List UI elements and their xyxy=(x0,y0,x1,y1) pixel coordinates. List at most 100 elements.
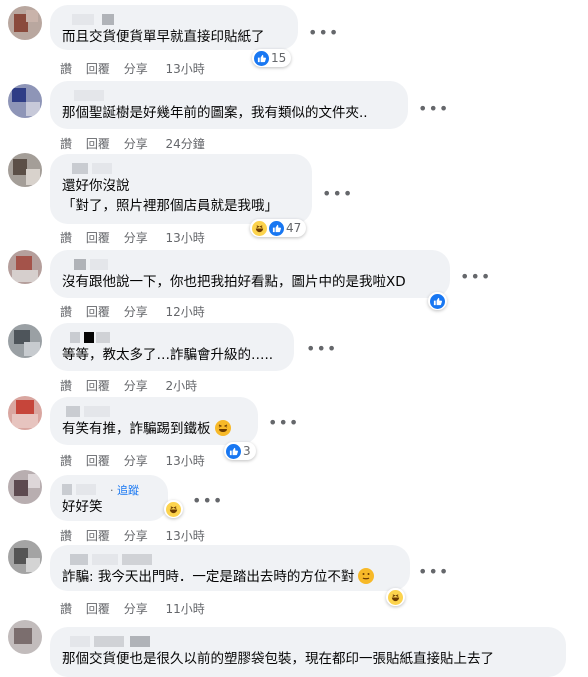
haha-icon xyxy=(252,220,267,236)
more-options-icon[interactable]: ••• xyxy=(418,564,449,580)
comment-actions: 讚 回覆 分享 12小時 xyxy=(60,303,215,320)
like-icon xyxy=(226,443,241,459)
avatar[interactable] xyxy=(8,470,42,504)
reply-button[interactable]: 回覆 xyxy=(86,527,110,544)
more-options-icon[interactable]: ••• xyxy=(460,269,491,285)
comment-bubble: 詐騙: 我今天出門時．一定是踏出去時的方位不對 xyxy=(50,545,410,591)
reply-button[interactable]: 回覆 xyxy=(86,452,110,469)
author-name[interactable] xyxy=(62,256,438,272)
like-icon xyxy=(430,293,445,309)
comment-bubble: 有笑有推，詐騙踢到鐵板 xyxy=(50,397,258,445)
comment-text: 沒有跟他說一下，你也把我拍好看點，圖片中的是我啦XD xyxy=(62,274,406,290)
more-options-icon[interactable]: ••• xyxy=(192,493,223,509)
avatar[interactable] xyxy=(8,540,42,574)
comment-text: 而且交貨便貨單早就直接印貼紙了 xyxy=(62,29,265,45)
share-button[interactable]: 分享 xyxy=(124,229,148,246)
author-name[interactable] xyxy=(62,633,554,649)
reaction-count[interactable] xyxy=(428,292,447,310)
timestamp[interactable]: 13小時 xyxy=(166,229,205,246)
comment-text: 有笑有推，詐騙踢到鐵板 xyxy=(62,419,246,439)
comment-bubble: 還好你沒說 「對了，照片裡那個店員就是我哦」 xyxy=(50,154,312,224)
comment-bubble: 而且交貨便貨單早就直接印貼紙了 xyxy=(50,5,298,50)
comment-actions: 讚 回覆 分享 13小時 xyxy=(60,60,215,77)
more-options-icon[interactable]: ••• xyxy=(268,415,299,431)
like-button[interactable]: 讚 xyxy=(60,600,72,617)
haha-icon xyxy=(388,589,403,605)
like-button[interactable]: 讚 xyxy=(60,229,72,246)
author-name[interactable]: · 追蹤 xyxy=(62,481,156,497)
comment-bubble: 那個交貨便也是很久以前的塑膠袋包裝，現在都印一張貼紙直接貼上去了 xyxy=(50,627,566,677)
share-button[interactable]: 分享 xyxy=(124,377,148,394)
timestamp[interactable]: 24分鐘 xyxy=(166,135,205,152)
timestamp[interactable]: 2小時 xyxy=(166,377,198,394)
comment-actions: 讚 回覆 分享 11小時 xyxy=(60,600,215,617)
share-button[interactable]: 分享 xyxy=(124,452,148,469)
comment-bubble: · 追蹤 好好笑 xyxy=(50,475,168,521)
share-button[interactable]: 分享 xyxy=(124,135,148,152)
like-button[interactable]: 讚 xyxy=(60,527,72,544)
share-button[interactable]: 分享 xyxy=(124,303,148,320)
share-button[interactable]: 分享 xyxy=(124,600,148,617)
avatar[interactable] xyxy=(8,153,42,187)
avatar[interactable] xyxy=(8,324,42,358)
reply-button[interactable]: 回覆 xyxy=(86,303,110,320)
reply-button[interactable]: 回覆 xyxy=(86,60,110,77)
comment-bubble: 等等，教太多了…詐騙會升級的….. xyxy=(50,323,294,371)
avatar[interactable] xyxy=(8,250,42,284)
timestamp[interactable]: 13小時 xyxy=(166,60,205,77)
reply-button[interactable]: 回覆 xyxy=(86,135,110,152)
more-options-icon[interactable]: ••• xyxy=(306,341,337,357)
share-button[interactable]: 分享 xyxy=(124,60,148,77)
comment-actions: 讚 回覆 分享 2小時 xyxy=(60,377,207,394)
reply-button[interactable]: 回覆 xyxy=(86,377,110,394)
timestamp[interactable]: 11小時 xyxy=(166,600,205,617)
author-name[interactable] xyxy=(62,551,398,567)
timestamp[interactable]: 13小時 xyxy=(166,452,205,469)
like-button[interactable]: 讚 xyxy=(60,377,72,394)
avatar[interactable] xyxy=(8,84,42,118)
reply-button[interactable]: 回覆 xyxy=(86,229,110,246)
comment-text-line: 還好你沒說 xyxy=(62,178,130,194)
comment-bubble: 沒有跟他說一下，你也把我拍好看點，圖片中的是我啦XD xyxy=(50,250,450,298)
comment-actions: 讚 回覆 分享 13小時 xyxy=(60,229,215,246)
comment-text: 好好笑 xyxy=(62,499,103,515)
haha-icon xyxy=(166,501,181,517)
reaction-count[interactable]: 47 xyxy=(250,219,307,237)
author-name[interactable] xyxy=(62,87,396,103)
more-options-icon[interactable]: ••• xyxy=(308,25,339,41)
follow-button[interactable]: 追蹤 xyxy=(117,484,139,497)
timestamp[interactable]: 13小時 xyxy=(166,527,205,544)
avatar[interactable] xyxy=(8,620,42,654)
comment-text: 那個聖誕樹是好幾年前的圖案，我有類似的文件夾.. xyxy=(62,105,368,121)
more-options-icon[interactable]: ••• xyxy=(418,101,449,117)
timestamp[interactable]: 12小時 xyxy=(166,303,205,320)
like-icon xyxy=(254,50,269,66)
reaction-count[interactable]: 15 xyxy=(252,49,292,67)
like-icon xyxy=(269,220,284,236)
comment-actions: 讚 回覆 分享 13小時 xyxy=(60,527,215,544)
like-button[interactable]: 讚 xyxy=(60,135,72,152)
reaction-count[interactable] xyxy=(386,588,405,606)
like-button[interactable]: 讚 xyxy=(60,452,72,469)
author-name[interactable] xyxy=(62,329,282,345)
reaction-count[interactable]: 3 xyxy=(224,442,256,460)
like-button[interactable]: 讚 xyxy=(60,60,72,77)
comment-text-line: 「對了，照片裡那個店員就是我哦」 xyxy=(62,198,278,214)
avatar[interactable] xyxy=(8,396,42,430)
comment-text: 等等，教太多了…詐騙會升級的….. xyxy=(62,347,274,363)
share-button[interactable]: 分享 xyxy=(124,527,148,544)
avatar[interactable] xyxy=(8,6,42,40)
reply-button[interactable]: 回覆 xyxy=(86,600,110,617)
author-name[interactable] xyxy=(62,11,286,27)
author-name[interactable] xyxy=(62,403,246,419)
comment-text: 那個交貨便也是很久以前的塑膠袋包裝，現在都印一張貼紙直接貼上去了 xyxy=(62,651,494,667)
author-name[interactable] xyxy=(62,160,300,176)
reaction-count[interactable] xyxy=(164,500,183,518)
like-button[interactable]: 讚 xyxy=(60,303,72,320)
laughing-emoji-icon xyxy=(214,420,231,436)
smiling-emoji-icon xyxy=(358,568,375,584)
more-options-icon[interactable]: ••• xyxy=(322,186,353,202)
comment-actions: 讚 回覆 分享 13小時 xyxy=(60,452,215,469)
comment-text: 詐騙: 我今天出門時．一定是踏出去時的方位不對 xyxy=(62,567,398,587)
comment-actions: 讚 回覆 分享 24分鐘 xyxy=(60,135,215,152)
